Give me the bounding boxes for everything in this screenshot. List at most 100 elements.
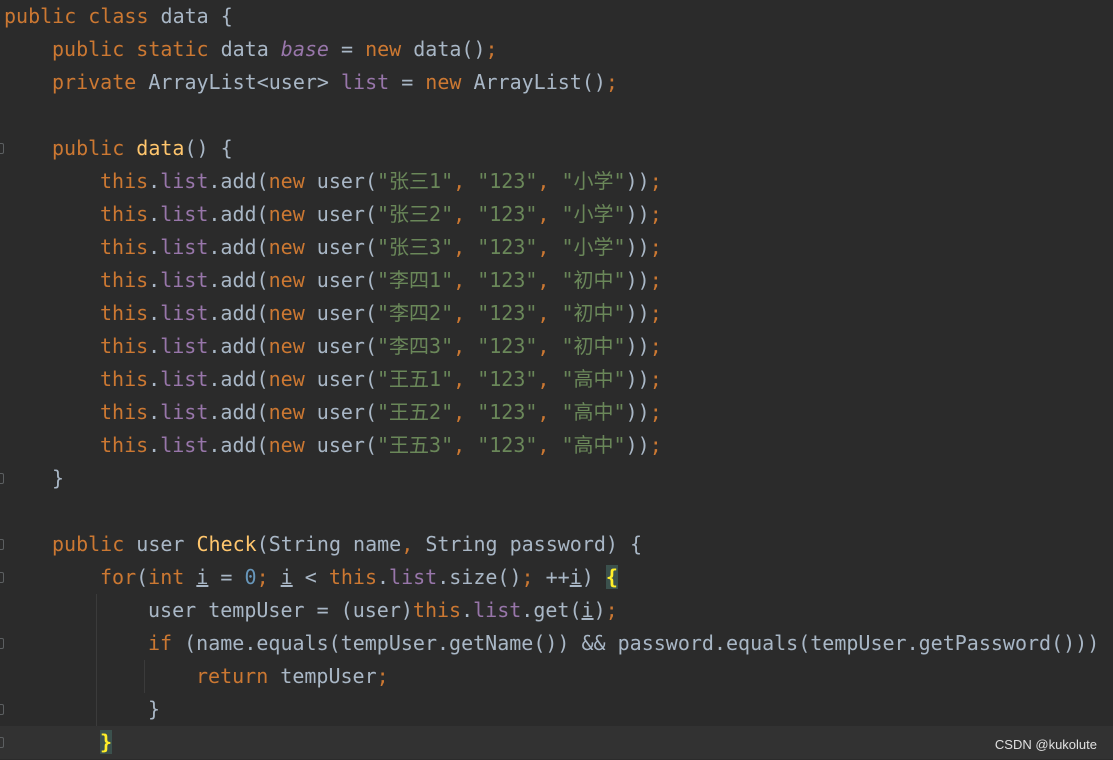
code-token: ; (605, 70, 618, 94)
code-line[interactable]: this.list.add(new user("王五2", "123", "高中… (0, 396, 1113, 429)
code-token: return (196, 664, 269, 688)
code-token: ; (256, 565, 281, 589)
code-line[interactable]: return tempUser; (0, 660, 1113, 693)
code-line[interactable]: } (0, 693, 1113, 726)
code-token: .add( (208, 400, 269, 424)
code-token: "123" (477, 235, 538, 259)
code-token: ++ (545, 565, 570, 589)
code-token: . (461, 598, 474, 622)
code-text: this.list.add(new user("张三1", "123", "小学… (100, 165, 662, 198)
code-text: private ArrayList<user> list = new Array… (52, 66, 618, 99)
code-token: "高中" (561, 400, 626, 424)
code-line[interactable]: this.list.add(new user("李四3", "123", "初中… (0, 330, 1113, 363)
code-token: 0 (244, 565, 257, 589)
code-line[interactable]: this.list.add(new user("张三3", "123", "小学… (0, 231, 1113, 264)
code-token: ; (649, 433, 662, 457)
code-token: ; (649, 202, 662, 226)
code-line[interactable]: if (name.equals(tempUser.getName()) && p… (0, 627, 1113, 660)
code-token: list (160, 235, 209, 259)
code-line[interactable]: public class data { (0, 0, 1113, 33)
code-line[interactable] (0, 99, 1113, 132)
code-token: user( (304, 202, 377, 226)
code-line[interactable]: } (0, 726, 1113, 759)
code-token: , (537, 433, 562, 457)
code-token: } (52, 466, 65, 490)
code-token: ; (649, 301, 662, 325)
fold-marker-icon[interactable] (0, 704, 4, 715)
fold-marker-icon[interactable] (0, 143, 4, 154)
code-token: new (268, 301, 305, 325)
code-token: list (160, 202, 209, 226)
code-line[interactable]: public data() { (0, 132, 1113, 165)
code-token: list (473, 598, 522, 622)
code-token: ; (521, 565, 546, 589)
code-token: .add( (208, 235, 269, 259)
code-token: } (148, 697, 161, 721)
code-token: user( (304, 268, 377, 292)
fold-marker-icon[interactable] (0, 572, 4, 583)
code-text: public data() { (52, 132, 233, 165)
code-token: i (569, 565, 582, 589)
code-token: )) (625, 400, 650, 424)
code-token: "初中" (561, 268, 626, 292)
code-token: list (160, 400, 209, 424)
code-line[interactable]: this.list.add(new user("张三2", "123", "小学… (0, 198, 1113, 231)
code-token: "小学" (561, 169, 626, 193)
code-token: , (401, 532, 426, 556)
code-line[interactable]: for(int i = 0; i < this.list.size(); ++i… (0, 561, 1113, 594)
code-token: , (537, 367, 562, 391)
code-token: . (377, 565, 390, 589)
code-token: i (196, 565, 209, 589)
fold-marker-icon[interactable] (0, 737, 4, 748)
code-token: = (328, 37, 366, 61)
code-line[interactable]: user tempUser = (user)this.list.get(i); (0, 594, 1113, 627)
code-token: .add( (208, 367, 269, 391)
code-token: new (268, 202, 305, 226)
code-token: if (148, 631, 173, 655)
code-token: public (52, 136, 125, 160)
watermark: CSDN @kukolute (994, 737, 1097, 752)
code-text: return tempUser; (196, 660, 389, 693)
code-token: "王五1" (376, 367, 454, 391)
code-editor[interactable]: public class data {public static data ba… (0, 0, 1113, 760)
code-token: ArrayList() (461, 70, 606, 94)
code-line[interactable]: this.list.add(new user("李四2", "123", "初中… (0, 297, 1113, 330)
code-line[interactable]: this.list.add(new user("张三1", "123", "小学… (0, 165, 1113, 198)
code-token: .size() (437, 565, 522, 589)
code-line[interactable]: } (0, 462, 1113, 495)
code-token: "王五3" (376, 433, 454, 457)
code-token: .add( (208, 268, 269, 292)
code-token: .add( (208, 169, 269, 193)
code-line[interactable]: private ArrayList<user> list = new Array… (0, 66, 1113, 99)
code-token: . (148, 301, 161, 325)
code-token: "初中" (561, 301, 626, 325)
code-token: list (160, 367, 209, 391)
code-token: user( (304, 301, 377, 325)
code-line[interactable]: this.list.add(new user("王五1", "123", "高中… (0, 363, 1113, 396)
code-token: this (100, 169, 149, 193)
code-line[interactable]: this.list.add(new user("王五3", "123", "高中… (0, 429, 1113, 462)
indent-guide-for (96, 594, 97, 726)
code-token: public (52, 532, 125, 556)
code-token: , (537, 169, 562, 193)
code-token: < (292, 565, 329, 589)
code-token: this (100, 301, 149, 325)
code-token: , (453, 334, 478, 358)
code-token: user( (304, 334, 377, 358)
code-token: list (160, 433, 209, 457)
code-token: ; (649, 235, 662, 259)
code-token: "高中" (561, 367, 626, 391)
code-line[interactable]: public static data base = new data(); (0, 33, 1113, 66)
code-line[interactable]: public user Check(String name, String pa… (0, 528, 1113, 561)
code-token: new (365, 37, 402, 61)
fold-marker-icon[interactable] (0, 638, 4, 649)
code-token: .add( (208, 301, 269, 325)
fold-marker-icon[interactable] (0, 539, 4, 550)
code-text: } (52, 462, 64, 495)
code-line[interactable]: this.list.add(new user("李四1", "123", "初中… (0, 264, 1113, 297)
code-token: = (208, 565, 245, 589)
fold-marker-icon[interactable] (0, 473, 4, 484)
code-line[interactable] (0, 495, 1113, 528)
code-token: "小学" (561, 235, 626, 259)
